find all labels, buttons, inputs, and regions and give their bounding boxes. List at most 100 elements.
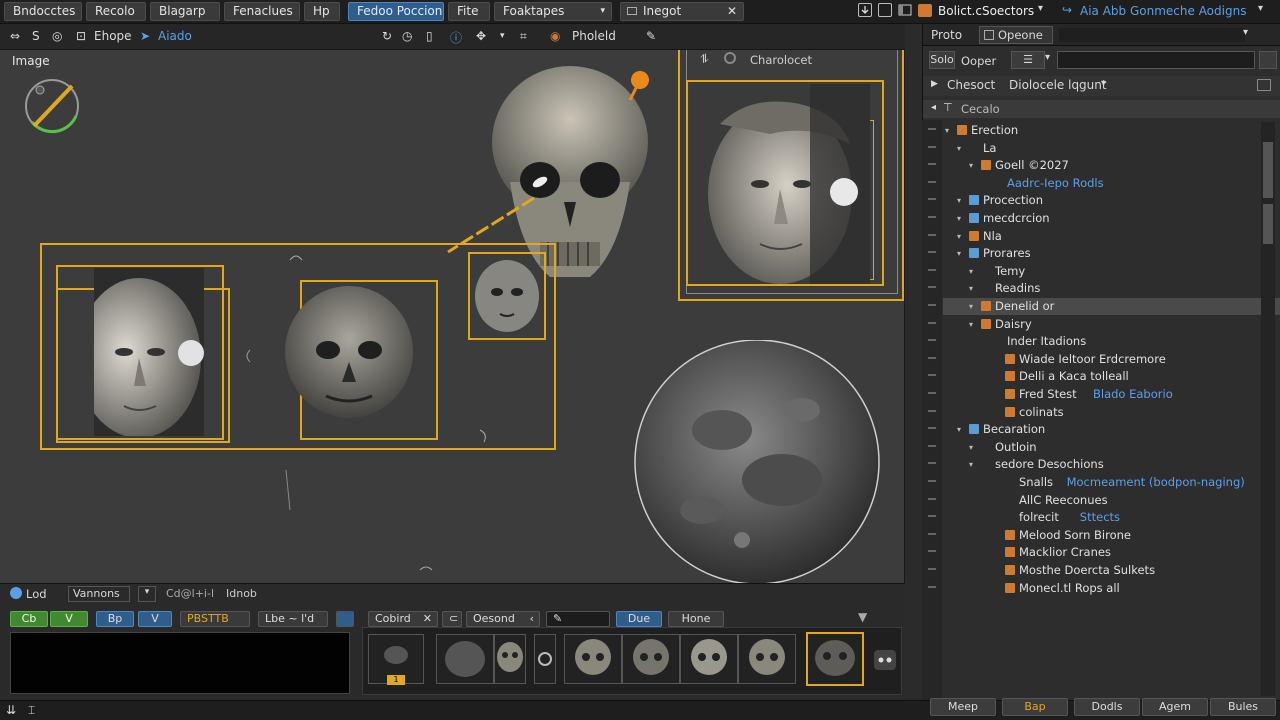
chevron-down-icon[interactable]: ▾ (969, 456, 973, 473)
scrollbar-thumb[interactable] (1263, 142, 1273, 198)
menu-tab-blagarp[interactable]: Blagarp (150, 2, 220, 21)
thumbnail[interactable] (494, 634, 526, 684)
search-input[interactable] (1057, 51, 1255, 69)
chevron-down-icon[interactable]: ▾ (945, 122, 949, 139)
target-icon[interactable]: ◎ (52, 29, 62, 43)
chevron-down-icon[interactable]: ▾ (957, 228, 961, 245)
chevron-down-icon[interactable]: ▾ (969, 316, 973, 333)
thumbnail[interactable] (436, 634, 494, 684)
preview-panel[interactable] (10, 632, 350, 694)
pointer-icon[interactable]: ➤ (140, 29, 150, 43)
tree-row[interactable]: Melood Sorn Birone (943, 527, 1280, 544)
tree-row[interactable]: AllC Reeconues (943, 492, 1280, 509)
thumbnail[interactable]: 1 (368, 634, 424, 685)
chevron-left-icon[interactable]: ‹ (530, 612, 534, 626)
chevron-down-icon[interactable]: ▾ (957, 210, 961, 227)
pen-field[interactable]: ✎ (546, 611, 610, 627)
thumbnail[interactable] (534, 634, 556, 684)
tree-row[interactable]: ▾ Daisry (943, 316, 1280, 333)
panel-icon[interactable] (1259, 51, 1277, 69)
hone-button[interactable]: Hone (668, 611, 724, 627)
menu-tab-fite[interactable]: Fite (448, 2, 490, 21)
tree-row[interactable]: colinats (943, 404, 1280, 421)
chesoct-label[interactable]: Chesoct (947, 78, 995, 92)
green-button-v[interactable]: V (50, 611, 88, 627)
solo-button[interactable]: Solo (929, 51, 955, 69)
toolbar-item-pholeld[interactable]: Pholeld (572, 29, 616, 43)
tree-row[interactable]: ▾ sedore Desochions (943, 456, 1280, 473)
tree-row[interactable]: Delli a Kaca tolleall (943, 368, 1280, 385)
thumbnail[interactable] (738, 634, 796, 684)
funnel-icon[interactable]: ▼ (858, 610, 867, 624)
tree-row[interactable]: ▾ Goell ©2027 (943, 157, 1280, 174)
menu-tab-hp[interactable]: Hp (304, 2, 340, 21)
tree-row[interactable]: ▾ Denelid or (943, 298, 1280, 315)
tree-row[interactable]: ▾ Temy (943, 263, 1280, 280)
thumbnail[interactable] (622, 634, 680, 684)
chevron-left-icon[interactable]: ◂ (931, 102, 936, 113)
chevron-down-icon[interactable]: ▾ (969, 263, 973, 280)
tree-row[interactable]: ▾ Becaration (943, 421, 1280, 438)
chevron-down-icon[interactable]: ▾ (969, 439, 973, 456)
lbe-field[interactable]: Lbe ~ l'd (258, 611, 328, 627)
tree-row[interactable]: Inder Itadions (943, 333, 1280, 350)
blue-button-v[interactable]: V (138, 611, 172, 627)
tab-lod[interactable]: Lod (26, 587, 47, 601)
pbsttb-label[interactable]: PBSTTB (180, 611, 250, 627)
ooper-label[interactable]: Ooper (961, 54, 996, 68)
robot-icon[interactable] (874, 650, 896, 670)
tree-row[interactable]: ▾ Prorares (943, 245, 1280, 262)
meep-button[interactable]: Meep (930, 698, 996, 716)
header-link[interactable]: Aia Abb Gonmeche Aodigns (1080, 4, 1246, 18)
close-icon[interactable]: ✕ (423, 612, 432, 626)
toolbar-item-aiado[interactable]: Aiado (158, 29, 192, 43)
blue-button-bp[interactable]: Bp (96, 611, 134, 627)
brush-icon[interactable]: ◉ (550, 29, 560, 43)
chevron-down-icon[interactable]: ▾ (969, 298, 973, 315)
tree-row-extra[interactable]: Sttects (1080, 509, 1120, 526)
chevron-down-icon[interactable]: ▾ (969, 157, 973, 174)
thumbnail[interactable] (564, 634, 622, 684)
tree-row-extra[interactable]: Blado Eaborio (1093, 386, 1173, 403)
chevron-down-icon[interactable]: ▾ (1038, 3, 1043, 14)
bracket-icon[interactable]: ▯ (426, 29, 433, 43)
chevron-down-icon[interactable]: ▾ (1045, 52, 1050, 63)
chevron-right-icon[interactable]: ▶ (931, 79, 938, 89)
tree-row[interactable]: ▾ Erection (943, 122, 1280, 139)
menu-tab-fedoo-poccion[interactable]: Fedoo Poccion (348, 2, 444, 21)
tree-row[interactable]: ▾ Procection (943, 192, 1280, 209)
cursor-icon[interactable]: ⌶ (28, 703, 35, 718)
tree-row[interactable]: ▾ mecdcrcion (943, 210, 1280, 227)
menu-tab-recolo[interactable]: Recolo (86, 2, 146, 21)
chevron-down-icon[interactable]: ▾ (1258, 3, 1263, 14)
menu-tab-bndocctes[interactable]: Bndocctes (4, 2, 82, 21)
dodls-button[interactable]: Dodls (1074, 698, 1140, 716)
tree-row-extra[interactable]: Mocmeament (bodpon-naging) (1067, 474, 1245, 491)
clock-icon[interactable]: ◷ (402, 29, 412, 43)
layout-dropdown[interactable]: Diolocele lqgunt (1009, 78, 1107, 92)
move-icon[interactable]: ✥ (476, 29, 486, 43)
thumbnail-selected[interactable] (806, 632, 864, 686)
grid-icon[interactable] (878, 3, 892, 17)
chevron-down-icon[interactable]: ▾ (969, 280, 973, 297)
image-viewport[interactable]: Image ⥮ Charolocet (0, 50, 905, 583)
menu-tab-fenaclues[interactable]: Fenaclues (224, 2, 300, 21)
chevron-down-icon[interactable]: ▾ (1243, 27, 1248, 38)
s-icon[interactable]: S (32, 29, 40, 43)
rotate-icon[interactable]: ↻ (382, 29, 392, 43)
window-icon[interactable] (1257, 79, 1271, 91)
chevron-down-icon[interactable]: ▾ (957, 192, 961, 209)
tree-row[interactable]: Aadrc-Iepo Rodls (943, 175, 1280, 192)
download-icon[interactable] (858, 3, 872, 17)
chevron-down-icon[interactable]: ▾ (138, 586, 156, 602)
tree-row[interactable]: Mosthe Doercta Sulkets (943, 562, 1280, 579)
tree-row[interactable]: folrecit Sttects (943, 509, 1280, 526)
chevron-down-icon[interactable]: ▾ (957, 421, 961, 438)
tree-row[interactable]: ▾ Readins (943, 280, 1280, 297)
cobird-tab[interactable]: Cobird ✕ (368, 611, 438, 627)
tree-row[interactable]: Macklior Cranes (943, 544, 1280, 561)
chevron-down-icon[interactable]: ▾ (1101, 78, 1106, 89)
tab-proto[interactable]: Proto (931, 28, 962, 42)
thumbnail[interactable] (680, 634, 738, 684)
panel-icon[interactable] (898, 3, 912, 17)
